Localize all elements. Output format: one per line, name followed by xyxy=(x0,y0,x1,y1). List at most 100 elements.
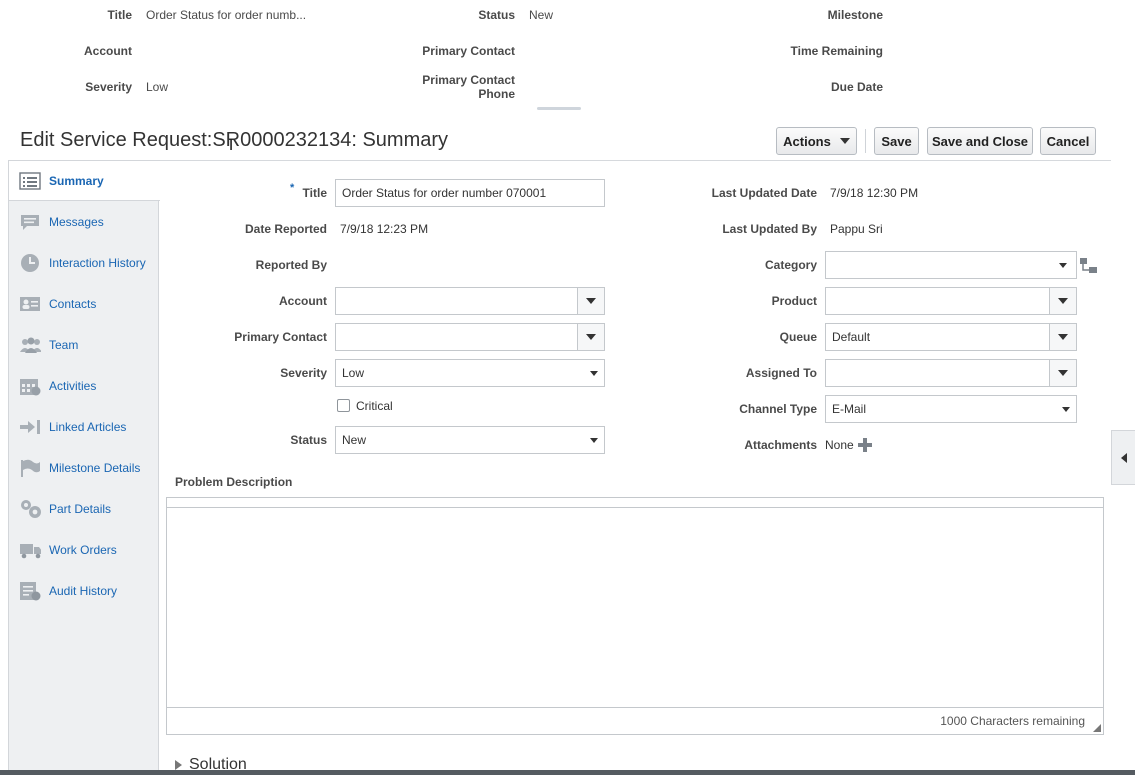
problem-description-label: Problem Description xyxy=(175,475,293,489)
sidebar-item-label: Activities xyxy=(49,378,97,393)
collapse-panel-button[interactable] xyxy=(1111,430,1135,485)
cancel-button-label: Cancel xyxy=(1046,133,1090,149)
clock-icon xyxy=(19,253,41,272)
chevron-down-icon xyxy=(590,371,598,376)
title-input-value: Order Status for order number 070001 xyxy=(342,186,547,200)
assigned-to-dropdown-button[interactable] xyxy=(1049,360,1076,386)
critical-checkbox[interactable] xyxy=(337,399,350,412)
queue-combobox[interactable]: Default xyxy=(825,323,1077,351)
save-and-close-button[interactable]: Save and Close xyxy=(927,127,1033,155)
header-primary-contact-phone-label-line2: Phone xyxy=(478,87,515,101)
date-reported-value: 7/9/18 12:23 PM xyxy=(340,222,429,236)
header-due-date-label: Due Date xyxy=(830,80,883,94)
truck-icon xyxy=(19,541,41,559)
category-select[interactable] xyxy=(825,251,1077,279)
chevron-down-icon xyxy=(839,138,850,144)
sidebar-item-audit-history[interactable]: Audit History xyxy=(9,570,159,611)
save-button[interactable]: Save xyxy=(874,127,919,155)
problem-description-editor[interactable]: 1000 Characters remaining xyxy=(166,497,1104,735)
sidebar-item-part-details[interactable]: Part Details xyxy=(9,488,159,529)
add-attachment-icon[interactable] xyxy=(858,438,872,455)
account-label: Account xyxy=(279,294,327,308)
chevron-down-icon xyxy=(1059,263,1067,268)
title-input[interactable]: Order Status for order number 070001 xyxy=(335,179,605,207)
hierarchy-browse-icon[interactable] xyxy=(1080,258,1098,277)
sidebar-item-label: Linked Articles xyxy=(49,419,127,434)
cancel-button[interactable]: Cancel xyxy=(1040,127,1096,155)
queue-label: Queue xyxy=(779,330,817,344)
sidebar-item-label: Summary xyxy=(49,173,104,188)
sidebar-item-label: Team xyxy=(49,337,79,352)
sidebar-item-team[interactable]: Team xyxy=(9,324,159,365)
audit-icon xyxy=(19,581,41,600)
primary-contact-label: Primary Contact xyxy=(234,330,327,344)
header-title-value: Order Status for order numb... xyxy=(146,8,307,22)
sidebar-item-milestone-details[interactable]: Milestone Details xyxy=(9,447,159,488)
chevron-down-icon xyxy=(1058,334,1068,340)
header-milestone-label: Milestone xyxy=(827,8,883,22)
header-splitter-handle[interactable] xyxy=(537,107,581,110)
date-reported-label: Date Reported xyxy=(244,222,327,236)
save-button-label: Save xyxy=(881,133,912,149)
last-updated-date-value: 7/9/18 12:30 PM xyxy=(830,186,919,200)
list-icon xyxy=(19,171,41,190)
sidebar-item-summary[interactable]: Summary xyxy=(9,160,160,201)
channel-type-select[interactable]: E-Mail xyxy=(825,395,1077,423)
sidebar-item-label: Interaction History xyxy=(49,255,146,270)
flag-icon xyxy=(19,459,41,477)
sidebar-item-work-orders[interactable]: Work Orders xyxy=(9,529,159,570)
last-updated-date-label: Last Updated Date xyxy=(711,186,817,200)
save-and-close-button-label: Save and Close xyxy=(931,133,1029,149)
status-select[interactable]: New xyxy=(335,426,605,454)
header-account-label: Account xyxy=(84,44,132,58)
sidebar-item-activities[interactable]: Activities xyxy=(9,365,159,406)
header-severity-label: Severity xyxy=(85,80,132,94)
sidebar-item-label: Messages xyxy=(49,214,104,229)
editor-footer: 1000 Characters remaining xyxy=(167,707,1103,734)
account-combobox[interactable] xyxy=(335,287,605,315)
bottom-bar xyxy=(0,770,1135,775)
sidebar: Summary Messages Interaction History Con… xyxy=(8,160,160,775)
severity-select[interactable]: Low xyxy=(335,359,605,387)
resize-handle-icon[interactable] xyxy=(1093,724,1101,732)
title-divider xyxy=(160,160,1111,161)
sidebar-item-messages[interactable]: Messages xyxy=(9,201,159,242)
last-updated-by-label: Last Updated By xyxy=(722,222,817,236)
status-label: Status xyxy=(290,433,327,447)
product-dropdown-button[interactable] xyxy=(1049,288,1076,314)
header-title-label: Title xyxy=(107,8,132,22)
sidebar-item-label: Audit History xyxy=(49,583,118,598)
sidebar-item-label: Milestone Details xyxy=(49,460,141,475)
chevron-down-icon xyxy=(1062,407,1070,412)
header-status-value: New xyxy=(529,8,554,22)
channel-type-value: E-Mail xyxy=(832,402,867,416)
product-combobox[interactable] xyxy=(825,287,1077,315)
header-time-remaining-label: Time Remaining xyxy=(790,44,883,58)
team-icon xyxy=(19,336,41,354)
page-title: Edit Service Request:SR0000232134: Summa… xyxy=(20,129,449,151)
reported-by-label: Reported By xyxy=(255,258,327,272)
text-cursor-icon: I xyxy=(229,138,234,154)
header-severity-value: Low xyxy=(146,80,169,94)
characters-remaining: 1000 Characters remaining xyxy=(940,714,1085,728)
status-value: New xyxy=(342,433,367,447)
queue-dropdown-button[interactable] xyxy=(1049,324,1076,350)
assigned-to-combobox[interactable] xyxy=(825,359,1077,387)
queue-value: Default xyxy=(832,330,871,344)
attachments-label: Attachments xyxy=(744,438,817,452)
title-label: Title xyxy=(302,186,327,200)
category-label: Category xyxy=(764,258,817,272)
chevron-right-icon xyxy=(175,760,182,770)
chevron-down-icon xyxy=(1058,298,1068,304)
sidebar-item-interaction-history[interactable]: Interaction History xyxy=(9,242,159,283)
severity-value: Low xyxy=(342,366,365,380)
sidebar-item-contacts[interactable]: Contacts xyxy=(9,283,159,324)
sidebar-item-linked-articles[interactable]: Linked Articles xyxy=(9,406,159,447)
primary-contact-combobox[interactable] xyxy=(335,323,605,351)
primary-contact-dropdown-button[interactable] xyxy=(577,324,604,350)
contact-card-icon xyxy=(19,295,41,313)
account-dropdown-button[interactable] xyxy=(577,288,604,314)
chevron-down-icon xyxy=(1058,370,1068,376)
actions-button[interactable]: Actions xyxy=(776,127,857,155)
sidebar-item-label: Work Orders xyxy=(49,542,117,557)
